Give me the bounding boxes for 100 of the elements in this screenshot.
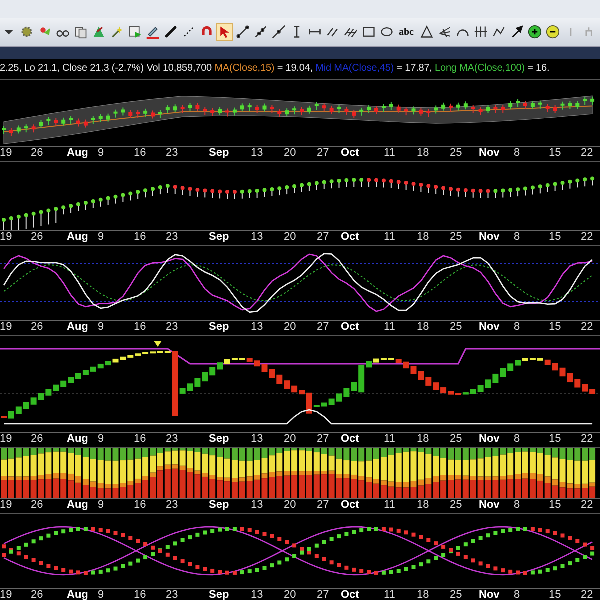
- segment-tool-icon[interactable]: [234, 23, 251, 41]
- date-axis-label: 16: [134, 589, 146, 600]
- date-axis-label: 8: [514, 433, 520, 446]
- date-axis-label: 13: [251, 231, 264, 244]
- date-axis-label: Oct: [341, 499, 360, 512]
- date-axis-label: Aug: [67, 499, 88, 512]
- date-axis-label: 23: [166, 499, 178, 512]
- date-axis-label: 15: [549, 589, 562, 600]
- date-axis-label: Nov: [479, 321, 500, 334]
- date-axis-label: 16: [134, 499, 146, 512]
- date-axis-label: Sep: [209, 589, 230, 600]
- date-axis-label: 25: [450, 231, 462, 244]
- text-tool[interactable]: abc: [396, 23, 417, 41]
- date-axis-label: 22: [581, 147, 594, 160]
- date-axis-label: Nov: [479, 499, 500, 512]
- date-axis-label: 19: [0, 231, 12, 244]
- date-axis-label: 25: [450, 433, 462, 446]
- date-axis-label: Sep: [209, 321, 230, 334]
- date-axis-label: 19: [0, 147, 12, 160]
- date-axis-label: 15: [549, 499, 562, 512]
- date-axis-label: 27: [317, 433, 330, 446]
- date-axis-label: 23: [166, 147, 178, 160]
- date-axis-label: 9: [98, 147, 104, 160]
- date-axis-label: 20: [284, 589, 296, 600]
- date-axis-label: 20: [284, 499, 296, 512]
- price-legend: 2.25, Lo 21.1, Close 21.3 (-2.7%) Vol 10,859,700 MA(Close,15) = 19.04, Mid MA(Close,45) = 17.87, Long MA(Close,100) = 16.: [0, 59, 600, 79]
- date-axis-label: 20: [284, 433, 296, 446]
- date-axis-label: 13: [251, 433, 264, 446]
- date-axis-label: 18: [417, 147, 430, 160]
- triangle-tool-icon[interactable]: [418, 23, 435, 41]
- date-axis-label: Nov: [479, 433, 500, 446]
- date-axis-label: 23: [166, 589, 178, 600]
- date-axis-label: 19: [0, 499, 12, 512]
- date-axis-label: 11: [384, 589, 396, 600]
- date-axis-label: 8: [514, 321, 520, 334]
- date-axis-label: 26: [31, 231, 44, 244]
- date-axis-label: Oct: [341, 231, 360, 244]
- date-axis-label: Nov: [479, 231, 500, 244]
- date-axis-label: 8: [514, 231, 520, 244]
- date-axis-label: 18: [417, 589, 430, 600]
- date-axis-label: Aug: [67, 147, 88, 160]
- date-axis-label: 18: [417, 433, 430, 446]
- date-axis-label: Nov: [479, 147, 500, 160]
- date-axis-label: 16: [134, 433, 146, 446]
- date-axis-label: 8: [514, 589, 520, 600]
- date-axis-label: 9: [98, 433, 104, 446]
- date-axis-label: 13: [251, 147, 264, 160]
- zoom-in-icon[interactable]: [526, 23, 543, 41]
- date-axis-label: 25: [450, 321, 462, 334]
- zoom-out-icon[interactable]: [544, 23, 561, 41]
- extended-tool-icon[interactable]: [270, 23, 287, 41]
- date-axis-label: 9: [98, 499, 104, 512]
- date-axis-label: 27: [317, 589, 330, 600]
- date-axis-label: 9: [98, 321, 104, 334]
- date-axis-label: 11: [384, 321, 396, 334]
- date-axis-label: 15: [549, 147, 562, 160]
- date-axis-label: 27: [317, 321, 330, 334]
- date-axis-label: 22: [581, 321, 594, 334]
- date-axis-label: 16: [134, 147, 146, 160]
- date-axis-label: 26: [31, 147, 44, 160]
- date-axis-label: Oct: [341, 433, 360, 446]
- date-axis-label: Sep: [209, 147, 230, 160]
- date-axis-label: 26: [31, 589, 44, 600]
- date-axis-label: 19: [0, 321, 12, 334]
- date-axis-label: Aug: [67, 321, 88, 334]
- date-axis-label: 27: [317, 147, 330, 160]
- date-axis-label: Aug: [67, 231, 88, 244]
- date-axis-label: Sep: [209, 433, 230, 446]
- date-axis-label: 25: [450, 589, 462, 600]
- date-axis-label: 15: [549, 321, 562, 334]
- date-axis-label: Aug: [67, 589, 88, 600]
- date-axis-label: Oct: [341, 147, 360, 160]
- date-axis-label: 16: [134, 321, 146, 334]
- date-axis-label: 18: [417, 321, 430, 334]
- date-axis-label: 22: [581, 499, 594, 512]
- date-axis-label: Sep: [209, 231, 230, 244]
- date-axis-label: 20: [284, 147, 296, 160]
- date-axis-label: 26: [31, 321, 44, 334]
- date-axis-label: 9: [98, 589, 104, 600]
- date-axis-label: 15: [549, 433, 562, 446]
- date-axis-label: 13: [251, 499, 264, 512]
- date-axis-label: 27: [317, 499, 330, 512]
- date-axis-label: 26: [31, 499, 44, 512]
- date-axis-label: 25: [450, 147, 462, 160]
- date-axis-label: Oct: [341, 321, 360, 334]
- date-axis-label: Oct: [341, 589, 360, 600]
- date-axis-label: 11: [384, 147, 396, 160]
- date-axis-label: 23: [166, 231, 178, 244]
- date-axis-label: 8: [514, 147, 520, 160]
- date-axis-label: 27: [317, 231, 330, 244]
- date-axis-label: 13: [251, 321, 264, 334]
- date-axis-label: 8: [514, 499, 520, 512]
- date-axis-label: 19: [0, 433, 12, 446]
- date-axis-label: 11: [384, 231, 396, 244]
- date-axis-label: 16: [134, 231, 146, 244]
- date-axis-label: 13: [251, 589, 264, 600]
- date-axis-label: 15: [549, 231, 562, 244]
- date-axis-label: 20: [284, 321, 296, 334]
- date-axis-label: 25: [450, 499, 462, 512]
- date-axis-label: 9: [98, 231, 104, 244]
